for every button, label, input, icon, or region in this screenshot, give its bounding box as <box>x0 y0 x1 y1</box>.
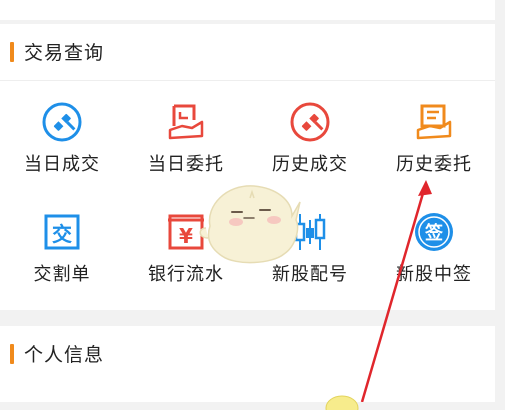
svg-text:¥: ¥ <box>179 224 193 248</box>
grid-item-today-deals[interactable]: 当日成交 <box>0 100 124 176</box>
grid-item-label: 历史委托 <box>396 154 472 175</box>
mascot-partial-icon <box>325 395 359 410</box>
grid-item-label: 当日委托 <box>148 154 224 175</box>
grid-item-label: 当日成交 <box>24 154 100 175</box>
svg-text:签: 签 <box>424 222 444 244</box>
section-title: 个人信息 <box>24 344 105 366</box>
section-header: 交易查询 <box>0 24 495 81</box>
grid-item-label: 历史成交 <box>272 154 348 175</box>
grid-item-history-deals[interactable]: 历史成交 <box>248 100 372 176</box>
svg-text:交: 交 <box>52 222 72 246</box>
section-header: 个人信息 <box>0 326 495 382</box>
section-accent-bar <box>10 42 14 62</box>
grid-item-label: 交割单 <box>33 264 91 285</box>
grid-item-today-orders[interactable]: 当日委托 <box>124 100 248 176</box>
grid-item-settlement[interactable]: 交 交割单 <box>0 210 124 286</box>
grid-item-label: 新股中签 <box>396 264 472 285</box>
mascot-chick-icon <box>199 185 301 264</box>
top-strip <box>0 0 495 20</box>
hammer-circle-icon <box>42 102 82 142</box>
hand-document-icon <box>168 104 204 140</box>
grid-item-history-orders[interactable]: 历史委托 <box>372 100 496 176</box>
sign-icon: 签 <box>415 213 453 251</box>
section-accent-bar <box>10 344 14 364</box>
section-title: 交易查询 <box>24 42 105 64</box>
hammer-circle-icon <box>290 102 330 142</box>
hand-document-icon <box>416 104 452 140</box>
settlement-icon: 交 <box>44 214 80 250</box>
personal-info-section: 个人信息 <box>0 326 495 402</box>
grid-item-new-share-win[interactable]: 签 新股中签 <box>372 210 496 286</box>
